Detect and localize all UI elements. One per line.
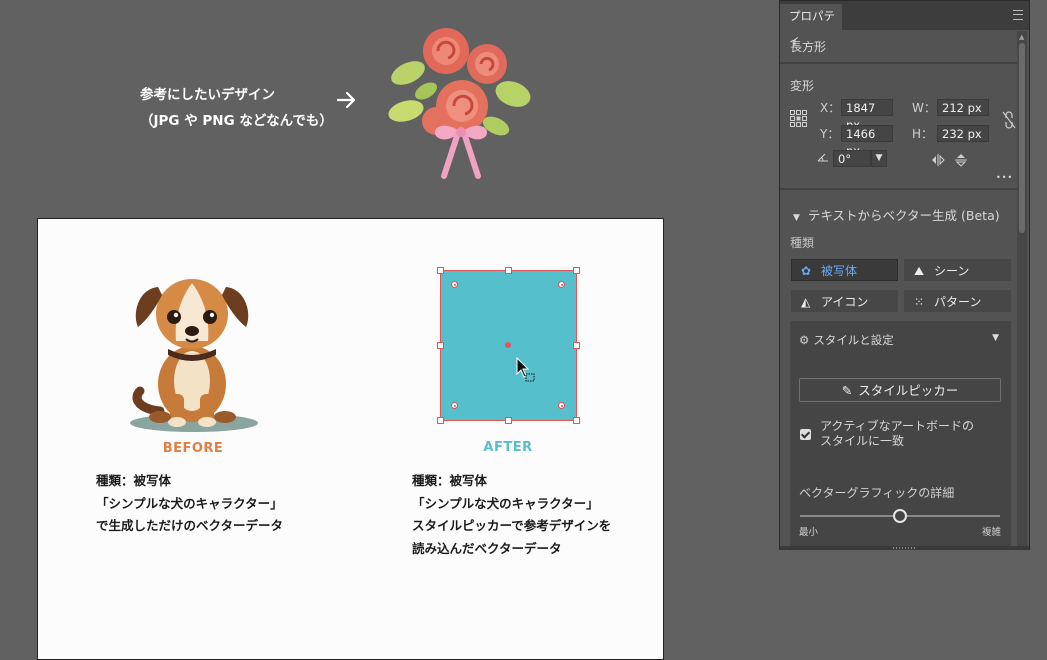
resize-handle-top-left[interactable]	[437, 267, 444, 274]
flip-vertical-icon[interactable]	[955, 153, 967, 167]
type-icon-button[interactable]: ◭ アイコン	[791, 290, 898, 312]
before-description: 種類：被写体 「シンプルな犬のキャラクター」 で生成しただけのベクターデータ	[96, 470, 283, 538]
rotate-angle-icon	[817, 153, 828, 162]
x-label: X：	[820, 101, 841, 115]
center-point	[505, 342, 511, 348]
reference-note-line: （JPG や PNG などなんでも）	[140, 113, 333, 129]
flip-horizontal-icon[interactable]	[931, 154, 945, 166]
style-settings-header[interactable]: ⚙ スタイルと設定	[799, 332, 894, 348]
pattern-icon: ⁙	[914, 295, 925, 309]
width-input[interactable]: 212 px	[937, 99, 989, 116]
type-label-text: パターン	[934, 295, 982, 309]
style-picker-button[interactable]: ✎ スタイルピッカー	[799, 378, 1001, 402]
resize-handle-top-right[interactable]	[573, 267, 580, 274]
slider-min-label: 最小	[799, 527, 819, 538]
scene-icon: ⛰	[914, 264, 925, 278]
panel-scrollbar[interactable]: ▲	[1017, 31, 1027, 547]
checkbox-label-line: アクティブなアートボードの	[820, 419, 974, 433]
icon-type-icon: ◭	[801, 295, 811, 309]
panel-resize-bar[interactable]	[780, 546, 1029, 550]
more-options-icon[interactable]: •••	[996, 173, 1013, 182]
selected-rectangle[interactable]	[437, 267, 580, 424]
before-label: BEFORE	[162, 441, 224, 456]
h-label: H：	[912, 127, 934, 141]
corner-radius-widget[interactable]	[558, 402, 565, 409]
properties-panel: プロパティ ▲ 長方形 変形 X： 1847 px W： 212 px Y： 1…	[779, 0, 1030, 550]
after-label: AFTER	[483, 440, 533, 455]
type-label-text: アイコン	[821, 295, 869, 309]
type-scene-button[interactable]: ⛰ シーン	[904, 259, 1011, 281]
reference-point-icon[interactable]	[790, 110, 808, 128]
detail-slider-thumb[interactable]	[893, 509, 907, 523]
rose-bouquet-image[interactable]	[386, 26, 536, 181]
description-line: で生成しただけのベクターデータ	[96, 518, 284, 533]
match-artboard-style-checkbox[interactable]	[800, 429, 811, 440]
corner-radius-widget[interactable]	[451, 281, 458, 288]
y-label: Y：	[820, 127, 840, 141]
tab-properties[interactable]: プロパティ	[780, 4, 842, 47]
after-description: 種類：被写体 「シンプルな犬のキャラクター」 スタイルピッカーで参考デザインを …	[412, 470, 611, 560]
constrain-proportions-icon[interactable]	[1002, 111, 1016, 129]
x-input[interactable]: 1847 px	[841, 99, 893, 132]
resize-handle-bottom-left[interactable]	[437, 417, 444, 424]
reference-note: 参考にしたいデザイン （JPG や PNG などなんでも）	[140, 82, 333, 134]
dog-character-image[interactable]	[130, 269, 260, 434]
style-picker-label: スタイルピッカー	[858, 383, 959, 398]
corner-radius-widget[interactable]	[558, 281, 565, 288]
type-label-text: シーン	[934, 264, 970, 278]
style-settings-section: ⚙ スタイルと設定 ▼ ✎ スタイルピッカー アクティブなアートボードの スタイルに…	[790, 321, 1011, 549]
description-line: 種類：被写体	[96, 473, 172, 488]
divider	[780, 188, 1017, 190]
selection-cursor-icon	[516, 357, 535, 382]
description-line: 「シンプルな犬のキャラクター」	[96, 495, 283, 511]
resize-handle-top[interactable]	[505, 267, 512, 274]
chevron-down-icon: ▼	[793, 213, 800, 223]
checkbox-label-line: スタイルに一致	[820, 434, 905, 448]
chevron-down-icon[interactable]: ▼	[992, 333, 999, 343]
arrow-right-icon	[336, 91, 356, 109]
description-line: 読み込んだベクターデータ	[412, 540, 562, 556]
resize-handle-bottom[interactable]	[505, 417, 512, 424]
style-picker-icon: ✎	[841, 383, 853, 398]
height-input[interactable]: 232 px	[937, 125, 989, 142]
description-line: 「シンプルな犬のキャラクター」	[412, 495, 599, 511]
detail-label: ベクターグラフィックの詳細	[799, 486, 955, 500]
description-line: 種類：被写体	[412, 473, 488, 488]
w-label: W：	[912, 101, 936, 115]
resize-grip-icon[interactable]	[893, 547, 915, 549]
artboard[interactable]: BEFORE AFTER 種類：被写体 「シンプルな犬のキャラクター」 で生成し…	[37, 218, 664, 660]
text-to-vector-header[interactable]: ▼ テキストからベクター生成 (Beta)	[793, 205, 1000, 224]
reference-note-line: 参考にしたいデザイン	[140, 87, 275, 103]
resize-handle-left[interactable]	[437, 342, 444, 349]
transform-title: 変形	[790, 79, 815, 93]
angle-input[interactable]: 0°	[833, 150, 871, 167]
type-label: 種類	[790, 236, 815, 250]
resize-handle-right[interactable]	[573, 342, 580, 349]
type-subject-button[interactable]: ✿ 被写体	[791, 259, 898, 281]
resize-handle-bottom-right[interactable]	[573, 417, 580, 424]
scroll-up-icon[interactable]: ▲	[1019, 34, 1024, 41]
style-settings-title: スタイルと設定	[813, 333, 894, 347]
type-pattern-button[interactable]: ⁙ パターン	[904, 290, 1011, 312]
scrollbar-thumb[interactable]	[1019, 43, 1025, 233]
y-input[interactable]: 1466 px	[841, 125, 893, 158]
description-line: スタイルピッカーで参考デザインを	[412, 518, 612, 533]
slider-max-label: 複雑	[981, 527, 1001, 538]
panel-tab-bar: プロパティ	[780, 1, 1029, 47]
object-type-label: 長方形	[790, 40, 827, 54]
match-artboard-style-label: アクティブなアートボードの スタイルに一致	[820, 419, 974, 449]
subject-icon: ✿	[801, 264, 812, 278]
gear-icon: ⚙	[799, 333, 810, 347]
chevron-down-icon[interactable]: ▼	[871, 150, 887, 167]
panel-menu-icon[interactable]	[1013, 10, 1023, 20]
text-to-vector-title: テキストからベクター生成 (Beta)	[807, 208, 1000, 223]
divider	[780, 62, 1017, 64]
corner-radius-widget[interactable]	[451, 402, 458, 409]
type-label-text: 被写体	[821, 264, 858, 278]
